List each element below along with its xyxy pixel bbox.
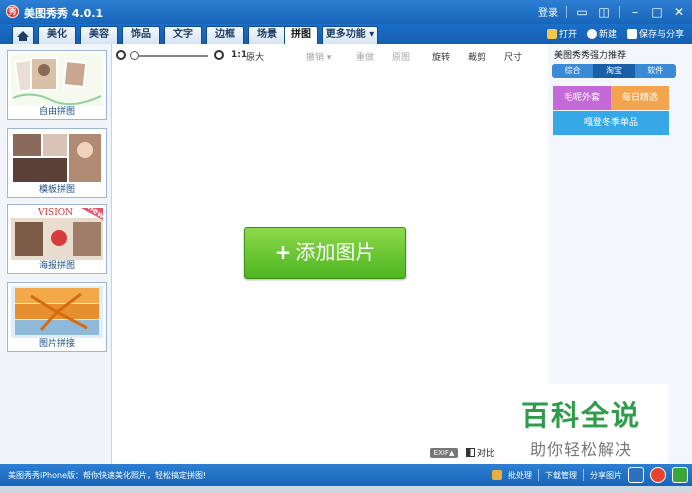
message-icon[interactable]: ▭ (575, 5, 589, 19)
add-icon[interactable] (672, 467, 688, 483)
collage-canvas: + 添加图片 (112, 66, 548, 464)
folder-icon (546, 28, 557, 39)
free-collage-tile[interactable]: 自由拼图 (7, 50, 107, 120)
main-tab-bar: 美化 美容 饰品 文字 边框 场景 拼图 更多功能 ▾ 打开 新建 保存与分享 (0, 24, 692, 44)
tab-taobao[interactable]: 淘宝 (593, 64, 635, 78)
tile-label: 自由拼图 (38, 107, 75, 117)
zoom-slider-handle[interactable] (130, 51, 139, 60)
open-button[interactable]: 打开 (546, 27, 577, 40)
separator (538, 469, 539, 481)
template-collage-tile[interactable]: 模板拼图 (7, 128, 107, 198)
new-label: 新建 (598, 30, 617, 40)
tab-collage[interactable]: 拼图 (284, 26, 318, 44)
app-logo-icon: 秀 (6, 5, 19, 18)
home-icon (17, 31, 29, 41)
tab-frame[interactable]: 边框 (206, 26, 244, 44)
tab-beautify[interactable]: 美化 (38, 26, 76, 44)
recommend-title: 美图秀秀强力推荐 (554, 51, 627, 61)
tile-label: 图片拼接 (38, 339, 75, 349)
close-icon[interactable]: ✕ (672, 5, 686, 19)
free-collage-thumbnail (11, 54, 103, 106)
tab-home[interactable] (12, 26, 34, 44)
taskbar-strip (0, 486, 692, 493)
ad-wool-coat[interactable]: 毛呢外套 (553, 86, 611, 110)
separator (566, 5, 567, 18)
tab-accessories[interactable]: 饰品 (122, 26, 160, 44)
app-title: 美图秀秀 4.0.1 (24, 7, 104, 20)
minimize-icon[interactable]: – (628, 5, 642, 19)
plus-circle-icon (586, 28, 597, 39)
skin-icon[interactable]: ◫ (597, 5, 611, 19)
plus-icon: + (274, 240, 292, 264)
watermark: 百科全说 助你轻松解决 (494, 384, 668, 466)
image-stitch-tile[interactable]: 图片拼接 (7, 282, 107, 352)
open-label: 打开 (558, 30, 577, 40)
rotate-button[interactable]: 旋转 (432, 50, 450, 63)
maximize-icon[interactable]: □ (650, 5, 664, 19)
ad-daily-picks[interactable]: 每日精选 (611, 86, 669, 110)
tab-text[interactable]: 文字 (164, 26, 202, 44)
zoom-one-to-one[interactable]: 1:1 (231, 50, 247, 60)
batch-button[interactable]: 批处理 (508, 470, 532, 481)
ad-winter-items[interactable]: 嘎登冬季单品 (553, 111, 669, 135)
compare-button[interactable]: 对比 (466, 446, 495, 459)
save-label: 保存与分享 (638, 30, 684, 40)
meitu-icon[interactable] (650, 467, 666, 483)
compare-icon (466, 448, 475, 457)
login-link[interactable]: 登录 (538, 4, 558, 19)
save-share-button[interactable]: 保存与分享 (626, 27, 684, 40)
watermark-subtitle: 助你轻松解决 (529, 440, 632, 459)
separator (619, 5, 620, 18)
zoom-original-label[interactable]: 原大 (246, 50, 264, 63)
redo-button[interactable]: 重做 (356, 50, 374, 63)
share-image-button[interactable]: 分享图片 (590, 470, 622, 481)
batch-icon (492, 470, 502, 480)
poster-collage-tile[interactable]: VISION new 海报拼图 (7, 203, 107, 274)
download-manager-button[interactable]: 下载管理 (545, 470, 577, 481)
tab-software[interactable]: 软件 (634, 64, 676, 78)
image-stitch-thumbnail (11, 286, 103, 338)
add-image-button[interactable]: + 添加图片 (244, 227, 406, 279)
recommend-tabs: 综合 淘宝 软件 (552, 64, 676, 78)
collage-mode-panel: 自由拼图 模板拼图 VISION new 海报拼图 图片拼接 (0, 44, 112, 464)
tile-label: 海报拼图 (38, 261, 75, 271)
watermark-title: 百科全说 (520, 399, 641, 432)
compare-label: 对比 (477, 449, 496, 459)
zoom-slider[interactable] (132, 55, 208, 57)
resize-button[interactable]: 尺寸 (504, 50, 522, 63)
tab-more[interactable]: 更多功能 ▾ (322, 26, 378, 44)
tile-label: 模板拼图 (38, 185, 75, 195)
tab-scene[interactable]: 场景 (248, 26, 286, 44)
tab-cosmetic[interactable]: 美容 (80, 26, 118, 44)
poster-caption: VISION (38, 208, 74, 218)
status-tip[interactable]: 美图秀秀iPhone版：帮你快速美化照片，轻松搞定拼图! (8, 470, 206, 481)
new-button[interactable]: 新建 (586, 27, 617, 40)
exif-toggle[interactable]: EXIF▲ (430, 448, 458, 458)
undo-button[interactable]: 撤销 ▾ (306, 50, 331, 63)
tab-general[interactable]: 综合 (552, 64, 594, 78)
template-collage-thumbnail (11, 132, 103, 184)
save-icon (626, 28, 637, 39)
separator (583, 469, 584, 481)
add-image-label: 添加图片 (295, 240, 376, 264)
star-icon[interactable] (628, 467, 644, 483)
crop-button[interactable]: 裁剪 (468, 50, 486, 63)
reset-button[interactable]: 原图 (392, 50, 410, 63)
status-bar: 美图秀秀iPhone版：帮你快速美化照片，轻松搞定拼图! 批处理 下载管理 分享… (0, 464, 692, 486)
title-bar: 秀 美图秀秀 4.0.1 登录 ▭ ◫ – □ ✕ (0, 0, 692, 24)
zoom-in-icon[interactable] (214, 50, 224, 60)
zoom-out-icon[interactable] (116, 50, 126, 60)
